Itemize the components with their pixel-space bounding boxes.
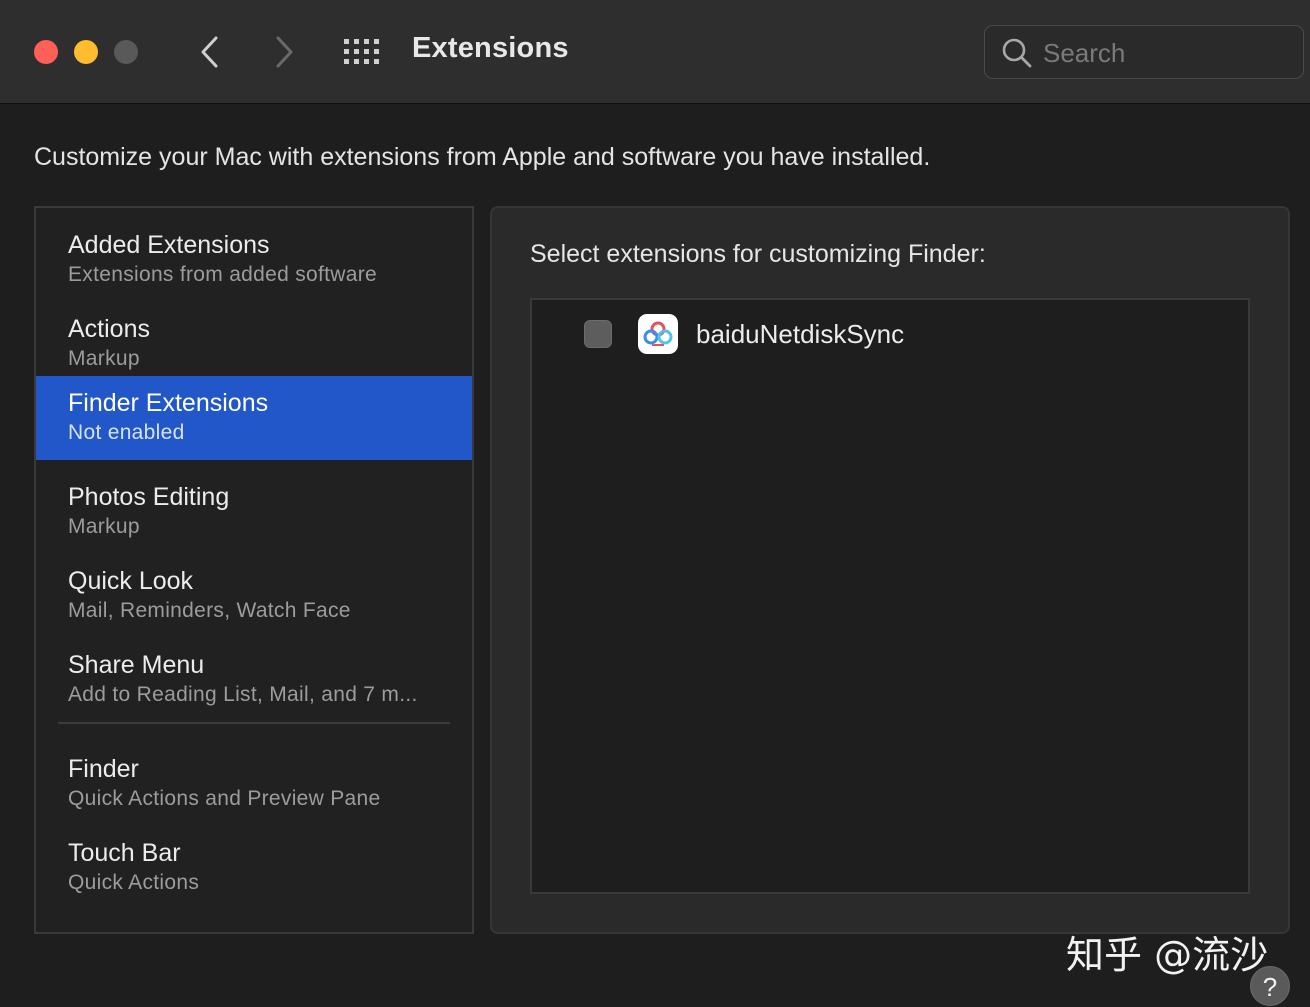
sidebar-item-subtitle: Mail, Reminders, Watch Face	[68, 599, 351, 622]
sidebar-item-title: Finder Extensions	[68, 389, 269, 417]
search-field[interactable]	[984, 25, 1304, 79]
sidebar-item-title: Touch Bar	[68, 839, 181, 867]
chevron-left-icon	[201, 36, 218, 68]
close-button[interactable]	[34, 40, 58, 64]
zoom-button[interactable]	[114, 40, 138, 64]
sidebar-divider	[58, 722, 450, 724]
sidebar-item-title: Photos Editing	[68, 483, 230, 511]
back-button[interactable]	[188, 30, 232, 74]
detail-panel: Select extensions for customizing Finder…	[490, 206, 1290, 934]
chevron-right-icon	[276, 36, 293, 68]
sidebar-item-title: Added Extensions	[68, 231, 270, 259]
window-title: Extensions	[412, 32, 569, 64]
help-button[interactable]: ?	[1250, 966, 1290, 1006]
extension-checkbox[interactable]	[584, 320, 612, 348]
extension-list: baiduNetdiskSync	[530, 298, 1250, 894]
forward-button[interactable]	[262, 30, 306, 74]
sidebar-item-subtitle: Quick Actions	[68, 871, 200, 894]
extension-name: baiduNetdiskSync	[696, 319, 905, 349]
search-input[interactable]	[1043, 34, 1283, 72]
sidebar-item-title: Quick Look	[68, 567, 194, 595]
sidebar-item-subtitle: Markup	[68, 347, 140, 370]
sidebar-item-subtitle: Add to Reading List, Mail, and 7 m...	[68, 683, 418, 706]
sidebar-item-actions[interactable]: Actions Markup	[36, 302, 472, 386]
sidebar-item-quick-look[interactable]: Quick Look Mail, Reminders, Watch Face	[36, 554, 472, 638]
watermark: 知乎 @流沙	[1066, 933, 1269, 977]
baidu-netdisk-icon	[638, 314, 678, 354]
sidebar-item-finder-extensions[interactable]: Finder Extensions Not enabled	[36, 376, 472, 460]
sidebar-item-share-menu[interactable]: Share Menu Add to Reading List, Mail, an…	[36, 638, 472, 722]
sidebar-item-subtitle: Not enabled	[68, 421, 185, 444]
sidebar-item-added-extensions[interactable]: Added Extensions Extensions from added s…	[36, 218, 472, 302]
extensions-sidebar: Added Extensions Extensions from added s…	[34, 206, 474, 934]
sidebar-item-touch-bar[interactable]: Touch Bar Quick Actions	[36, 826, 472, 910]
sidebar-item-finder[interactable]: Finder Quick Actions and Preview Pane	[36, 742, 472, 826]
sidebar-item-subtitle: Markup	[68, 515, 140, 538]
panel-title: Select extensions for customizing Finder…	[530, 240, 986, 268]
sidebar-item-title: Actions	[68, 315, 150, 343]
sidebar-item-subtitle: Extensions from added software	[68, 263, 377, 286]
sidebar-item-photos-editing[interactable]: Photos Editing Markup	[36, 470, 472, 554]
page-description: Customize your Mac with extensions from …	[34, 143, 931, 171]
sidebar-item-subtitle: Quick Actions and Preview Pane	[68, 787, 381, 810]
search-icon	[1002, 38, 1032, 68]
minimize-button[interactable]	[74, 40, 98, 64]
sidebar-item-title: Share Menu	[68, 651, 205, 679]
title-bar: Extensions	[0, 0, 1310, 104]
sidebar-item-title: Finder	[68, 755, 139, 783]
show-all-button[interactable]	[340, 32, 384, 72]
grid-icon	[344, 39, 379, 64]
list-item[interactable]: baiduNetdiskSync	[532, 312, 1248, 358]
